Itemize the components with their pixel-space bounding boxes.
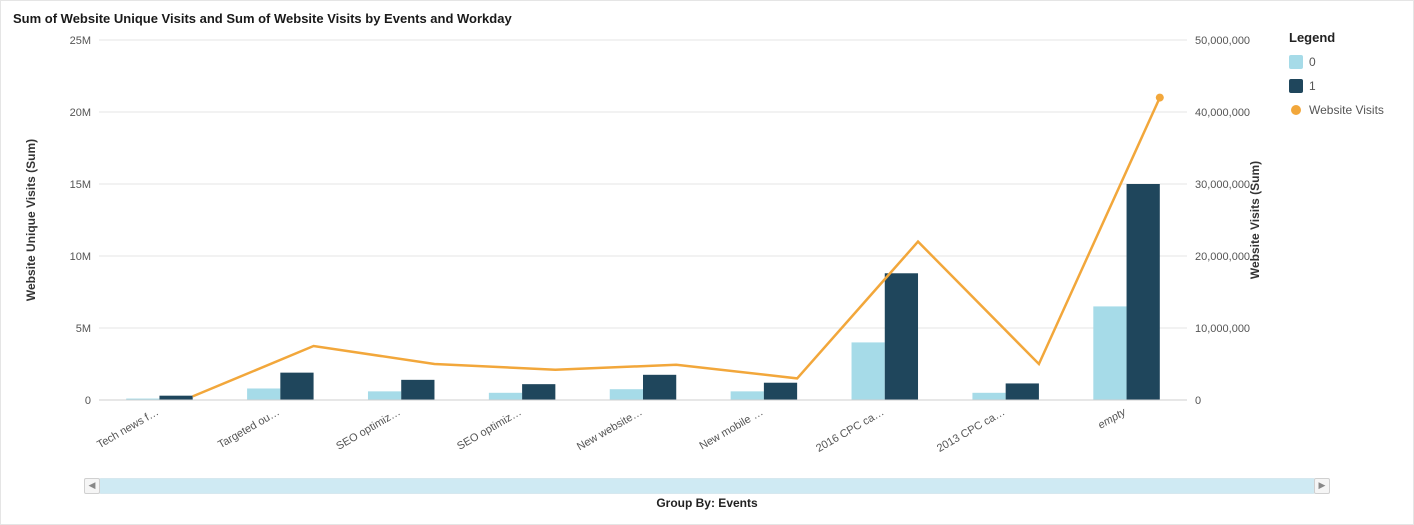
legend-swatch-0 [1289,55,1303,69]
svg-text:Website Visits (Sum): Website Visits (Sum) [1248,161,1262,279]
scroll-right-button[interactable]: ▶ [1314,478,1330,494]
plot-area: 0 5M 10M 15M 20M 25M 0 10,000,000 20,000,000 30,0… [13,30,1273,460]
legend-item-0[interactable]: 0 [1289,55,1401,69]
chart-body: 0 5M 10M 15M 20M 25M 0 10,000,000 20,000,000 30,0… [13,30,1401,470]
svg-text:25M: 25M [70,35,91,47]
svg-text:10,000,000: 10,000,000 [1195,323,1250,335]
scroll-left-button[interactable]: ◀ [84,478,100,494]
svg-text:empty: empty [1096,405,1129,431]
category-scrollbar[interactable]: ◀ ▶ [99,478,1315,494]
chart-title: Sum of Website Unique Visits and Sum of … [13,11,1401,26]
svg-text:15M: 15M [70,179,91,191]
svg-text:New website…: New website… [575,406,645,453]
legend-label-0: 0 [1309,55,1316,69]
svg-text:SEO optimiz…: SEO optimiz… [455,406,523,452]
svg-text:Website Unique Visits (Sum): Website Unique Visits (Sum) [24,139,38,301]
chart-panel: Sum of Website Unique Visits and Sum of … [0,0,1414,525]
legend-label-2: Website Visits [1309,103,1384,117]
legend-label-1: 1 [1309,79,1316,93]
svg-text:0: 0 [1195,395,1201,407]
svg-text:Targeted ou…: Targeted ou… [216,406,282,451]
legend-dot-2 [1291,105,1301,115]
legend-item-2[interactable]: Website Visits [1289,103,1401,117]
svg-text:SEO optimiz…: SEO optimiz… [334,406,402,452]
legend-item-1[interactable]: 1 [1289,79,1401,93]
svg-text:New mobile …: New mobile … [697,406,765,452]
legend: Legend 0 1 Website Visits [1273,30,1401,470]
legend-title: Legend [1289,30,1401,45]
svg-text:Tech news f…: Tech news f… [95,406,161,451]
svg-text:0: 0 [85,395,91,407]
svg-text:40,000,000: 40,000,000 [1195,107,1250,119]
svg-text:10M: 10M [70,251,91,263]
chart-svg: 0 5M 10M 15M 20M 25M 0 10,000,000 20,000,000 30,0… [13,30,1273,460]
svg-text:2016 CPC ca…: 2016 CPC ca… [814,406,886,455]
svg-text:20,000,000: 20,000,000 [1195,251,1250,263]
svg-text:20M: 20M [70,107,91,119]
legend-swatch-1 [1289,79,1303,93]
svg-text:30,000,000: 30,000,000 [1195,179,1250,191]
x-axis-title: Group By: Events [13,496,1401,510]
svg-text:5M: 5M [76,323,91,335]
svg-text:50,000,000: 50,000,000 [1195,35,1250,47]
svg-text:2013 CPC ca…: 2013 CPC ca… [935,406,1007,455]
